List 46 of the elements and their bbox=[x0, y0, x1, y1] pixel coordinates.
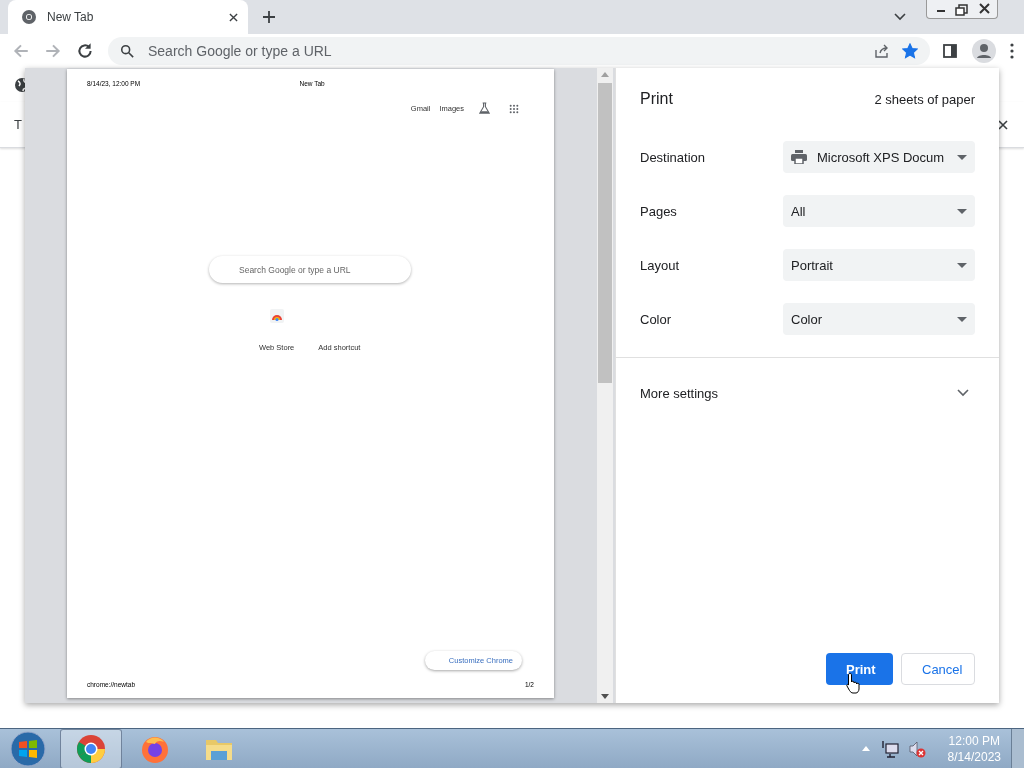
browser-tab[interactable]: New Tab bbox=[8, 0, 248, 34]
caret-icon bbox=[957, 154, 967, 160]
search-icon bbox=[120, 44, 134, 58]
menu-icon[interactable] bbox=[1010, 43, 1014, 59]
printer-icon bbox=[791, 150, 807, 164]
page-text: T bbox=[14, 117, 22, 132]
setting-label: Pages bbox=[640, 203, 677, 219]
profile-avatar-icon[interactable] bbox=[972, 39, 996, 63]
print-button[interactable]: Print bbox=[826, 653, 893, 685]
close-icon[interactable] bbox=[229, 12, 238, 22]
scrollbar[interactable] bbox=[597, 68, 613, 703]
scroll-down-icon[interactable] bbox=[601, 694, 609, 699]
web-store-icon bbox=[269, 309, 284, 323]
taskbar-app[interactable] bbox=[60, 728, 122, 768]
setting-dropdown[interactable]: Color bbox=[783, 303, 975, 335]
caret-icon bbox=[957, 208, 967, 214]
setting-label: Color bbox=[640, 311, 672, 327]
star-icon[interactable] bbox=[902, 43, 918, 59]
address-bar[interactable]: Search Google or type a URL bbox=[108, 37, 930, 65]
new-tab-icon[interactable] bbox=[262, 10, 276, 24]
side-panel-icon[interactable] bbox=[942, 43, 958, 59]
start-button[interactable] bbox=[10, 730, 46, 767]
apps-grid-icon bbox=[509, 103, 519, 114]
setting-label: Destination bbox=[640, 149, 706, 165]
setting-label: Layout bbox=[640, 257, 680, 273]
flask-icon bbox=[479, 102, 490, 115]
network-icon[interactable] bbox=[881, 739, 900, 758]
hand-cursor-icon bbox=[846, 672, 862, 694]
window-controls[interactable] bbox=[926, 0, 998, 19]
setting-dropdown[interactable]: Microsoft XPS Docum bbox=[783, 141, 975, 173]
more-settings-toggle[interactable]: More settings bbox=[640, 358, 975, 428]
cancel-button[interactable]: Cancel bbox=[901, 653, 975, 685]
share-icon[interactable] bbox=[874, 43, 890, 59]
chrome-logo-icon bbox=[21, 9, 37, 25]
setting-dropdown[interactable]: All bbox=[783, 195, 975, 227]
address-input[interactable]: Search Google or type a URL bbox=[146, 42, 862, 60]
chevron-down-icon[interactable] bbox=[894, 13, 906, 21]
setting-dropdown[interactable]: Portrait bbox=[783, 249, 975, 281]
sheet-count: 2 sheets of paper bbox=[874, 91, 975, 107]
caret-icon bbox=[957, 316, 967, 322]
dialog-title: Print bbox=[640, 90, 673, 108]
speaker-icon[interactable] bbox=[907, 739, 926, 758]
reload-icon[interactable] bbox=[76, 42, 94, 60]
caret-icon bbox=[957, 262, 967, 268]
close-icon[interactable] bbox=[998, 119, 1008, 130]
chrome-logo-icon bbox=[76, 733, 106, 764]
